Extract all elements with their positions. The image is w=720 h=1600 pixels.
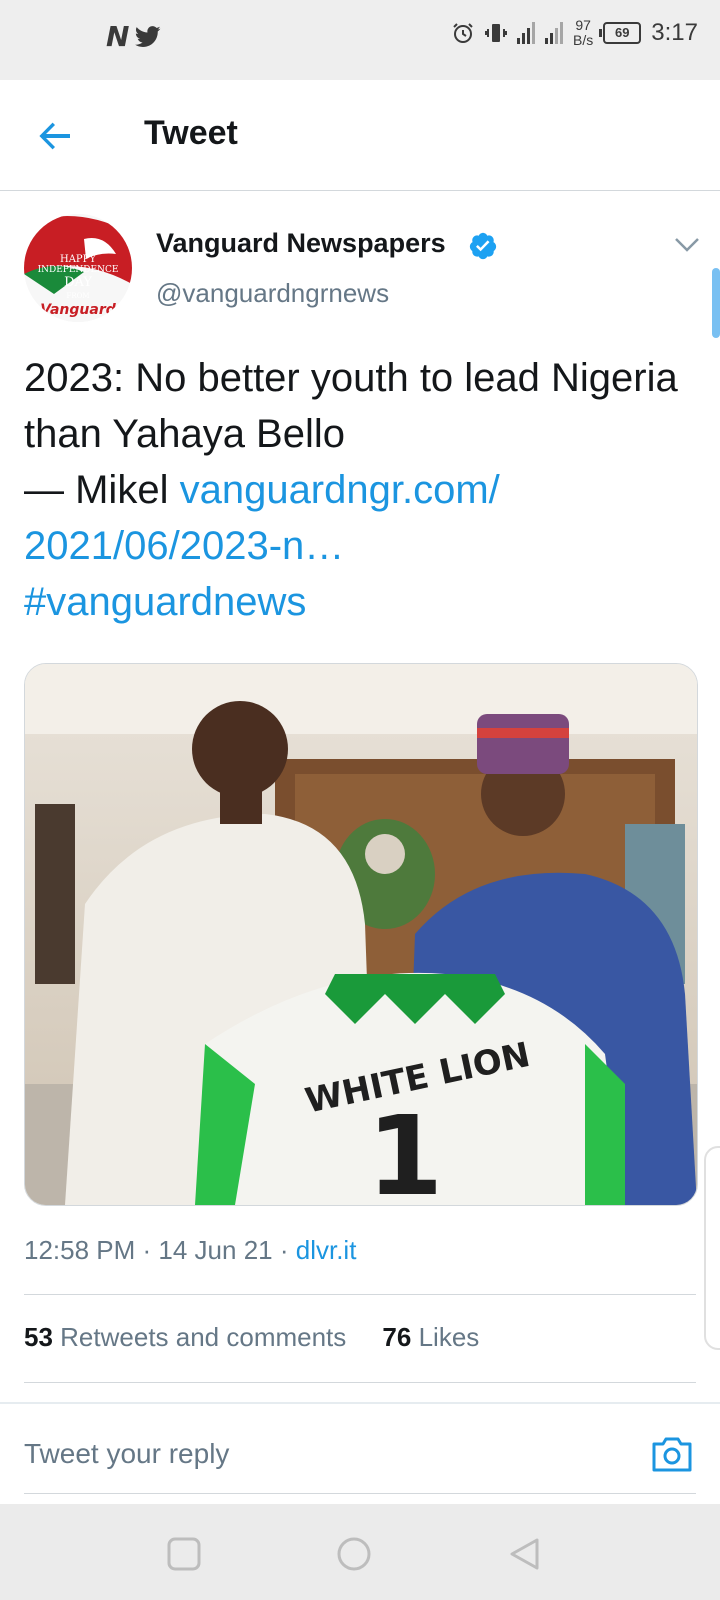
chevron-down-icon[interactable] — [674, 236, 700, 254]
svg-text:INDEPENDENCE: INDEPENDENCE — [38, 265, 119, 275]
svg-text:1: 1 — [367, 1092, 444, 1205]
top-app-bar: Tweet — [0, 80, 720, 191]
avatar[interactable]: HAPPY INDEPENDENCE DAY FROM Vanguard — [24, 214, 132, 322]
author-handle[interactable]: @vanguardngrnews — [156, 278, 389, 309]
triangle-back-icon[interactable] — [506, 1536, 542, 1572]
svg-text:DAY: DAY — [64, 275, 92, 290]
reply-input[interactable]: Tweet your reply — [24, 1438, 229, 1470]
scrollbar[interactable] — [712, 268, 720, 338]
tweet-text: 2023: No better youth to lead Nigeria th… — [24, 350, 684, 630]
svg-text:HAPPY: HAPPY — [60, 254, 96, 265]
network-speed: 97 B/s — [573, 17, 594, 48]
reply-bar: Tweet your reply — [0, 1402, 720, 1504]
camera-icon — [652, 1437, 692, 1472]
twitter-bird-icon — [135, 25, 162, 47]
tweet-photo[interactable]: WHITE LION 1 — [24, 663, 698, 1206]
likes-stat[interactable]: 76 Likes — [382, 1322, 479, 1352]
tweet-time: 12:58 PM — [24, 1235, 136, 1265]
photo-image: WHITE LION 1 — [25, 664, 697, 1205]
vibrate-icon — [485, 24, 508, 42]
author-name[interactable]: Vanguard Newspapers — [156, 228, 446, 259]
hashtag-link[interactable]: #vanguardnews — [24, 580, 306, 624]
tweet-meta: 12:58 PM · 14 Jun 21 · dlvr.it — [24, 1235, 357, 1265]
status-notifications: N — [106, 20, 162, 53]
circle-icon[interactable] — [336, 1536, 372, 1572]
tweet-source-link[interactable]: dlvr.it — [296, 1235, 357, 1265]
tweet-text-body: 2023: No better youth to lead Nigeria th… — [24, 356, 678, 456]
divider — [24, 1382, 696, 1383]
clock: 3:17 — [651, 19, 698, 46]
reply-underline — [24, 1493, 696, 1494]
status-bar: N 97 B/s 69 3:17 — [0, 0, 720, 80]
battery-icon: 69 — [599, 22, 642, 44]
news-app-icon: N — [106, 20, 130, 53]
verified-badge-icon — [469, 232, 497, 260]
arrow-left-icon — [39, 122, 70, 150]
alarm-icon — [453, 23, 473, 43]
tweet-date: 14 Jun 21 — [158, 1235, 273, 1265]
edge-panel-handle[interactable] — [704, 1146, 720, 1350]
retweets-stat[interactable]: 53 Retweets and comments — [24, 1322, 346, 1352]
status-indicators: 97 B/s 69 3:17 — [451, 18, 698, 48]
tweet-text-attribution: — Mikel — [24, 468, 180, 512]
svg-text:FROM: FROM — [66, 292, 89, 300]
avatar-image: HAPPY INDEPENDENCE DAY FROM Vanguard — [24, 214, 132, 322]
tweet-stats: 53 Retweets and comments 76 Likes — [24, 1322, 479, 1353]
signal-strength-2-icon — [545, 22, 564, 44]
system-nav-bar — [0, 1504, 720, 1600]
page-title: Tweet — [144, 114, 238, 152]
signal-strength-1-icon — [517, 22, 536, 44]
square-icon[interactable] — [166, 1536, 202, 1572]
divider — [24, 1294, 696, 1295]
svg-text:Vanguard: Vanguard — [40, 302, 117, 318]
back-button[interactable] — [32, 112, 80, 160]
camera-button[interactable] — [650, 1434, 694, 1474]
